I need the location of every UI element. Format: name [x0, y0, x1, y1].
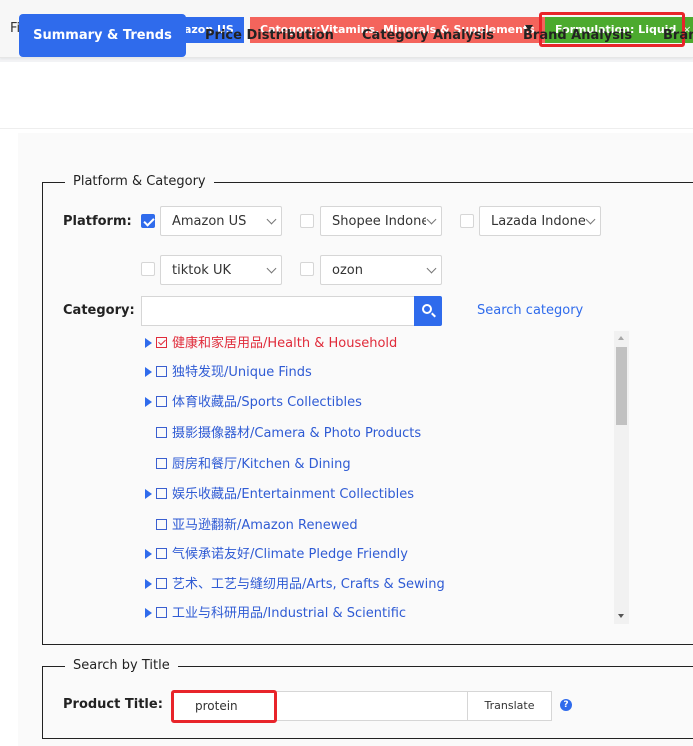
checkbox-icon[interactable] [156, 607, 167, 618]
platform-select-ozon[interactable]: ozon [320, 255, 442, 285]
tree-item[interactable]: 亚马逊翻新/Amazon Renewed [145, 515, 358, 537]
scrollbar-thumb[interactable] [616, 347, 627, 425]
category-search-button[interactable] [414, 296, 442, 326]
platform-select-value: Amazon US [172, 214, 247, 229]
tab-truncated[interactable]: Bran [663, 14, 693, 57]
platform-checkbox-lazada[interactable] [460, 214, 474, 228]
expand-arrow-icon[interactable] [145, 367, 152, 377]
platform-select-tiktok-uk[interactable]: tiktok UK [160, 255, 282, 285]
expand-arrow-icon[interactable] [145, 608, 152, 618]
checkbox-icon[interactable] [156, 458, 167, 469]
scroll-down-icon[interactable] [618, 614, 624, 618]
tree-scrollbar[interactable] [614, 331, 629, 624]
tree-item[interactable]: 娱乐收藏品/Entertainment Collectibles [145, 484, 414, 506]
search-category-link[interactable]: Search category [477, 303, 583, 318]
chevron-down-icon [426, 263, 437, 274]
platform-select-lazada[interactable]: Lazada Indone [479, 206, 601, 236]
expand-arrow-icon[interactable] [145, 397, 152, 407]
category-label: Category: [63, 303, 135, 318]
platform-label: Platform: [63, 214, 132, 229]
platform-checkbox-amazon-us[interactable] [141, 214, 155, 228]
tree-item-label: 艺术、工艺与缝纫用品/Arts, Crafts & Sewing [172, 577, 445, 592]
tree-item[interactable]: 气候承诺友好/Climate Pledge Friendly [145, 544, 408, 566]
checkbox-icon[interactable] [156, 337, 167, 348]
tree-item[interactable]: 健康和家居用品/Health & Household [145, 333, 397, 355]
chevron-down-icon [585, 214, 596, 225]
checkbox-icon[interactable] [156, 396, 167, 407]
help-icon[interactable]: ? [560, 699, 572, 711]
category-tree: 健康和家居用品/Health & Household 独特发现/Unique F… [145, 333, 615, 623]
translate-button[interactable]: Translate [467, 691, 552, 721]
platform-select-value: Shopee Indone [332, 214, 426, 229]
tab-summary-trends[interactable]: Summary & Trends [19, 14, 186, 57]
platform-checkbox-shopee[interactable] [300, 214, 314, 228]
platform-checkbox-tiktok-uk[interactable] [141, 262, 155, 276]
platform-select-shopee[interactable]: Shopee Indone [320, 206, 442, 236]
chevron-down-icon [266, 214, 277, 225]
platform-select-value: Lazada Indone [491, 214, 585, 229]
checkbox-icon[interactable] [156, 519, 167, 530]
platform-select-value: ozon [332, 263, 363, 278]
tab-bar [0, 62, 693, 129]
tree-item-label: 厨房和餐厅/Kitchen & Dining [172, 457, 351, 472]
checkbox-icon[interactable] [156, 488, 167, 499]
tree-item[interactable]: 独特发现/Unique Finds [145, 362, 312, 384]
platform-select-value: tiktok UK [172, 263, 231, 278]
product-title-label: Product Title: [63, 697, 163, 712]
tree-item-label: 健康和家居用品/Health & Household [172, 336, 398, 351]
platform-select-amazon-us[interactable]: Amazon US [160, 206, 282, 236]
tree-item-label: 气候承诺友好/Climate Pledge Friendly [172, 547, 408, 562]
chevron-down-icon [426, 214, 437, 225]
search-by-title-legend: Search by Title [65, 658, 178, 673]
tree-item[interactable]: 厨房和餐厅/Kitchen & Dining [145, 454, 351, 476]
tree-item-label: 娱乐收藏品/Entertainment Collectibles [172, 487, 415, 502]
tab-category-analysis[interactable]: Category Analysis [362, 14, 494, 57]
tab-price-distribution[interactable]: Price Distribution [205, 14, 334, 57]
expand-arrow-icon[interactable] [145, 549, 152, 559]
tree-item[interactable]: 艺术、工艺与缝纫用品/Arts, Crafts & Sewing [145, 574, 445, 596]
expand-arrow-icon[interactable] [145, 579, 152, 589]
expand-arrow-icon[interactable] [145, 489, 152, 499]
tree-item-label: 亚马逊翻新/Amazon Renewed [172, 518, 358, 533]
checkbox-icon[interactable] [156, 578, 167, 589]
scroll-up-icon[interactable] [618, 336, 624, 340]
platform-checkbox-ozon[interactable] [300, 262, 314, 276]
category-search-input[interactable] [141, 296, 417, 326]
expand-arrow-icon[interactable] [145, 338, 152, 348]
product-title-highlight-box [171, 690, 277, 723]
tree-item[interactable]: 工业与科研用品/Industrial & Scientific [145, 603, 406, 625]
platform-category-legend: Platform & Category [65, 174, 214, 189]
tree-item-label: 独特发现/Unique Finds [172, 365, 312, 380]
checkbox-icon[interactable] [156, 366, 167, 377]
tree-item-label: 摄影摄像器材/Camera & Photo Products [172, 426, 422, 441]
tree-item-label: 体育收藏品/Sports Collectibles [172, 395, 362, 410]
tab-brand-analysis[interactable]: Brand Analysis [523, 14, 632, 57]
checkbox-icon[interactable] [156, 548, 167, 559]
chevron-down-icon [266, 263, 277, 274]
checkbox-icon[interactable] [156, 427, 167, 438]
tree-item[interactable]: 体育收藏品/Sports Collectibles [145, 392, 362, 414]
tree-item-label: 工业与科研用品/Industrial & Scientific [172, 606, 407, 621]
tree-item[interactable]: 摄影摄像器材/Camera & Photo Products [145, 423, 421, 445]
